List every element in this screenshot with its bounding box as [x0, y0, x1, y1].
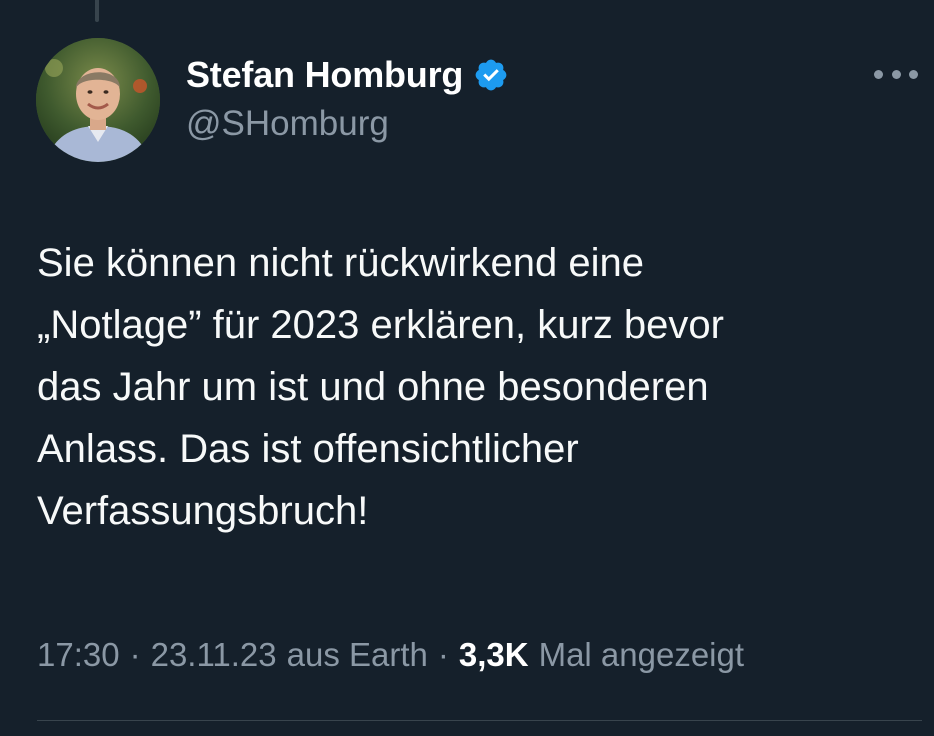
more-horizontal-icon[interactable] — [874, 62, 918, 86]
tweet-text: Sie können nicht rückwirkend eine „Notla… — [37, 241, 724, 533]
author-display-name[interactable]: Stefan Homburg — [186, 54, 463, 96]
author-handle[interactable]: @SHomburg — [186, 104, 509, 144]
meta-separator: · — [437, 636, 449, 673]
more-dot — [874, 69, 883, 79]
avatar-photo — [36, 38, 160, 162]
views-count[interactable]: 3,3K — [459, 636, 529, 674]
thread-connector-line — [95, 0, 99, 22]
meta-separator: · — [129, 636, 141, 673]
tweet-source: aus Earth — [286, 636, 428, 673]
verified-badge-icon[interactable] — [473, 57, 509, 93]
more-dot — [909, 69, 918, 79]
tweet-date[interactable]: 23.11.23 — [151, 636, 277, 674]
divider — [37, 720, 922, 721]
tweet-time[interactable]: 17:30 — [37, 636, 120, 674]
author-name-row: Stefan Homburg — [186, 52, 509, 98]
more-dot — [891, 69, 901, 79]
tweet-metadata: 17:30 · 23.11.23 aus Earth · 3,3K Mal an… — [37, 636, 744, 674]
avatar[interactable] — [36, 38, 160, 162]
tweet-author: Stefan Homburg @SHomburg — [186, 52, 509, 144]
views-label: Mal angezeigt — [538, 636, 745, 673]
